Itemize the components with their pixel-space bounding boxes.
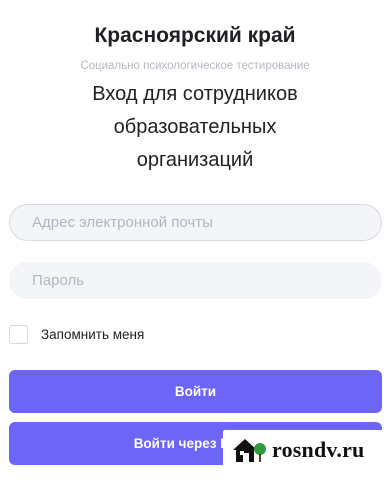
heading-line: организаций [136,149,254,171]
remember-me[interactable]: Запомнить меня [9,323,144,345]
house-with-tree-icon [233,439,266,462]
region-title: Красноярский край [94,24,296,47]
heading-line: образовательных [113,116,277,138]
heading-line: Вход для сотрудников [92,83,298,105]
page-heading: Вход для сотрудников образовательных орг… [0,78,390,177]
password-field[interactable] [9,262,382,299]
remember-label: Запомнить меня [41,326,145,342]
watermark-text: rosndv.ru [272,437,365,462]
page-subtitle: Социально психологическое тестирование [80,60,310,72]
watermark: rosndv.ru [223,430,384,470]
login-button[interactable]: Войти [9,370,382,413]
login-page: Красноярский край Социально психологичес… [0,0,390,480]
email-field[interactable] [9,204,382,241]
remember-checkbox[interactable] [9,324,28,344]
